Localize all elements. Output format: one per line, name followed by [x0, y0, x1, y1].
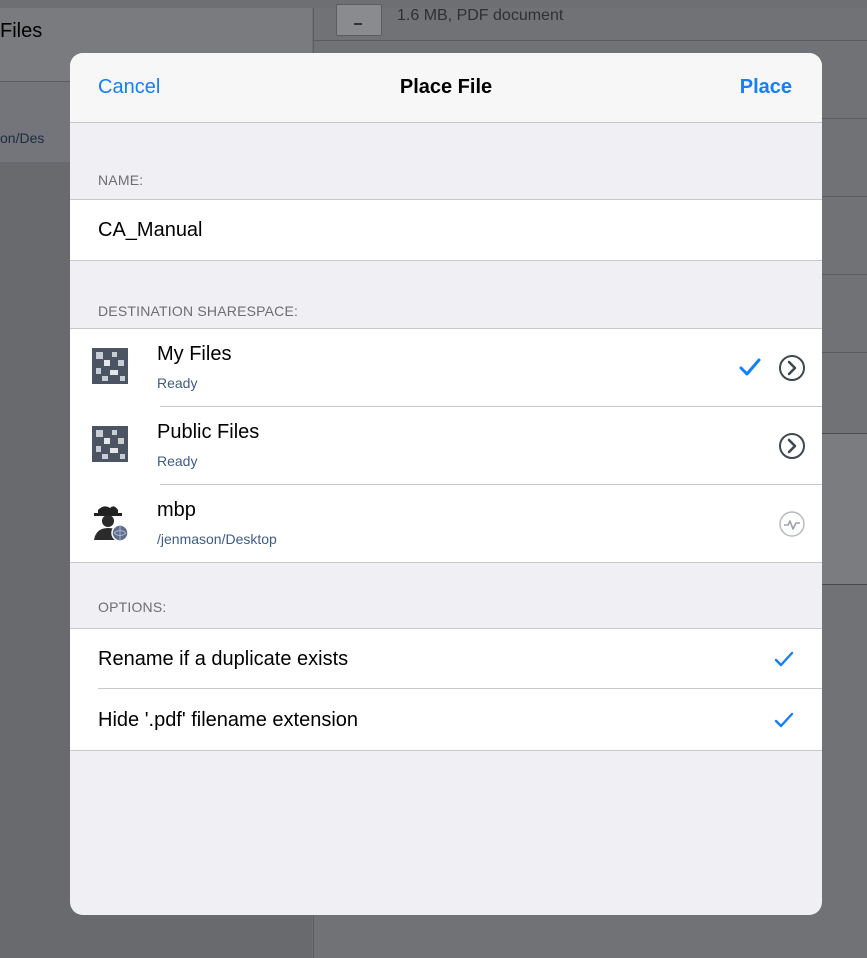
name-section-header: NAME: [98, 172, 144, 188]
background-left-path: on/Des [0, 130, 45, 146]
disclosure-icon[interactable] [778, 432, 806, 460]
destination-item-mbp[interactable]: mbp /jenmason/Desktop [70, 485, 822, 563]
pdf-document-icon [336, 4, 382, 36]
destination-status: Ready [157, 375, 198, 391]
place-button[interactable]: Place [740, 76, 792, 99]
disclosure-icon[interactable] [778, 354, 806, 382]
destination-title: My Files [157, 343, 232, 365]
option-label: Hide '.pdf' filename extension [98, 709, 359, 731]
row-divider [98, 688, 822, 689]
dialog-title: Place File [399, 76, 493, 98]
dialog-navbar: Cancel Place File Place [70, 53, 822, 123]
filename-input[interactable]: CA_Manual [98, 200, 203, 260]
option-label: Rename if a duplicate exists [98, 648, 349, 670]
destination-section-header: DESTINATION SHARESPACE: [98, 303, 299, 319]
destination-title: mbp [157, 499, 196, 521]
destination-item-my-files[interactable]: My Files Ready [70, 329, 822, 407]
options-section-header: OPTIONS: [98, 599, 167, 615]
destination-item-public-files[interactable]: Public Files Ready [70, 407, 822, 485]
background-left-title: Files [0, 20, 43, 42]
destination-path: /jenmason/Desktop [157, 531, 277, 547]
destination-title: Public Files [157, 421, 260, 443]
checkmark-icon [774, 712, 794, 728]
activity-icon[interactable] [778, 510, 806, 538]
checkmark-icon [774, 651, 794, 667]
destination-status: Ready [157, 453, 198, 469]
option-rename-duplicate[interactable]: Rename if a duplicate exists [70, 629, 822, 689]
sharespace-icon [92, 426, 128, 462]
background-selected-row [817, 433, 867, 585]
remote-user-icon [94, 506, 129, 542]
background-divider [313, 40, 867, 41]
checkmark-icon [739, 358, 761, 376]
destination-list: My Files Ready Public Files Ready mbp /j… [70, 328, 822, 563]
options-list: Rename if a duplicate exists Hide '.pdf'… [70, 628, 822, 751]
sharespace-icon [92, 348, 128, 384]
name-group: CA_Manual [70, 199, 822, 261]
place-file-dialog: Cancel Place File Place NAME: CA_Manual … [70, 53, 822, 915]
option-hide-extension[interactable]: Hide '.pdf' filename extension [70, 690, 822, 750]
background-document-subtitle: 1.6 MB, PDF document [397, 7, 564, 24]
